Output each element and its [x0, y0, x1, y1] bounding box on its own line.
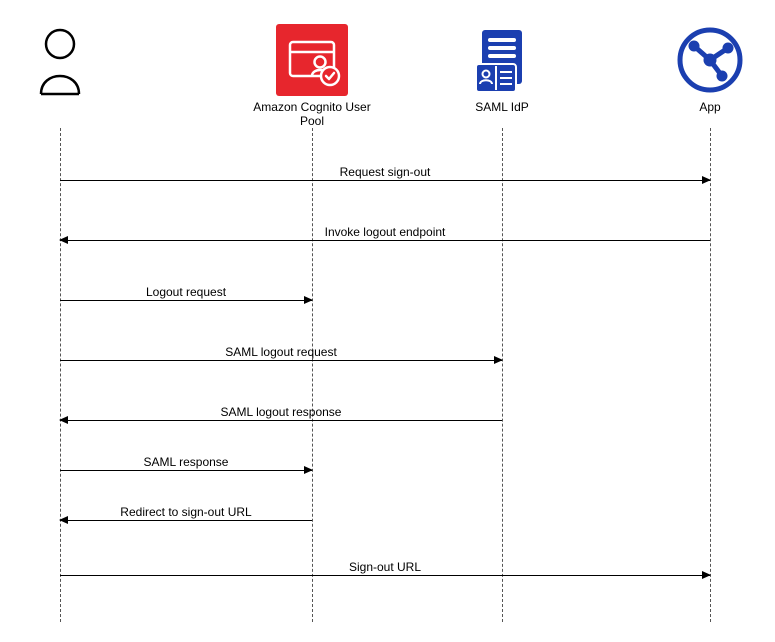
arrow-line: [60, 470, 312, 471]
actor-app: App: [650, 24, 770, 114]
message-arrow: Logout request: [60, 300, 312, 301]
arrow-line: [60, 575, 710, 576]
idp-icon: [466, 24, 538, 96]
message-label: Invoke logout endpoint: [321, 225, 450, 239]
user-icon: [35, 28, 85, 96]
arrow-line: [60, 300, 312, 301]
actor-cognito: Amazon Cognito User Pool: [252, 24, 372, 128]
arrow-head-right-icon: [702, 571, 711, 579]
lifeline-idp: [502, 128, 503, 622]
actor-app-label: App: [650, 100, 770, 114]
arrow-line: [60, 360, 502, 361]
lifeline-user: [60, 128, 61, 622]
arrow-line: [60, 520, 312, 521]
arrow-head-right-icon: [304, 466, 313, 474]
message-label: SAML logout response: [217, 405, 346, 419]
app-icon: [674, 24, 746, 96]
arrow-head-right-icon: [304, 296, 313, 304]
message-label: SAML response: [140, 455, 233, 469]
message-arrow: Sign-out URL: [60, 575, 710, 576]
arrow-head-left-icon: [59, 416, 68, 424]
actor-idp: SAML IdP: [442, 24, 562, 114]
message-arrow: SAML logout response: [60, 420, 502, 421]
lifeline-cognito: [312, 128, 313, 622]
message-arrow: Request sign-out: [60, 180, 710, 181]
cognito-icon: [276, 24, 348, 96]
message-label: Sign-out URL: [345, 560, 425, 574]
actor-user: [0, 28, 120, 100]
actor-cognito-label: Amazon Cognito User Pool: [252, 100, 372, 128]
message-arrow: Redirect to sign-out URL: [60, 520, 312, 521]
actor-idp-label: SAML IdP: [442, 100, 562, 114]
arrow-line: [60, 240, 710, 241]
arrow-head-right-icon: [494, 356, 503, 364]
message-label: SAML logout request: [221, 345, 341, 359]
message-arrow: SAML logout request: [60, 360, 502, 361]
sequence-diagram: Amazon Cognito User Pool SAML IdP: [0, 0, 775, 642]
message-arrow: Invoke logout endpoint: [60, 240, 710, 241]
arrow-head-left-icon: [59, 236, 68, 244]
arrow-line: [60, 180, 710, 181]
message-label: Request sign-out: [336, 165, 435, 179]
arrow-line: [60, 420, 502, 421]
arrow-head-right-icon: [702, 176, 711, 184]
arrow-head-left-icon: [59, 516, 68, 524]
message-label: Logout request: [142, 285, 230, 299]
message-arrow: SAML response: [60, 470, 312, 471]
message-label: Redirect to sign-out URL: [116, 505, 255, 519]
lifeline-app: [710, 128, 711, 622]
